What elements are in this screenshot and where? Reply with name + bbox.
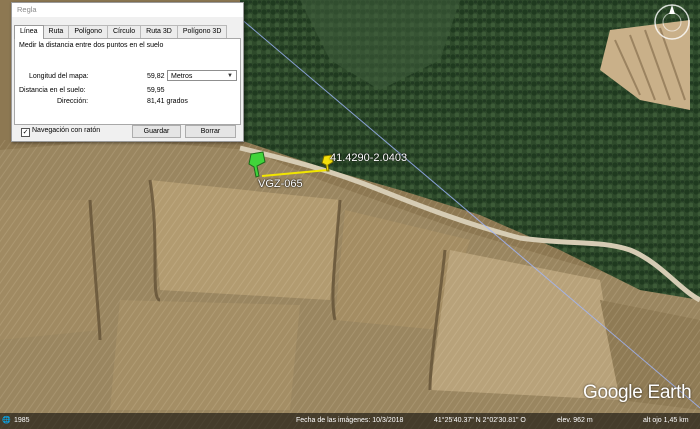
dialog-title: Regla — [12, 3, 243, 17]
tab-polygon[interactable]: Polígono — [68, 25, 108, 38]
tab-path[interactable]: Ruta — [42, 25, 70, 38]
green-placemark-label[interactable]: VGZ-065 — [258, 178, 303, 190]
globe-icon: 🌐 — [2, 417, 11, 424]
ruler-tabs: Línea Ruta Polígono Círculo Ruta 3D Polí… — [14, 25, 228, 39]
compass-icon[interactable] — [652, 2, 692, 42]
eye-altitude: alt ojo 1,45 km — [643, 417, 689, 424]
measure-panel: Medir la distancia entre dos puntos en e… — [14, 38, 241, 125]
chevron-down-icon: ▼ — [227, 73, 233, 79]
ground-distance-value: 59,95 — [147, 87, 165, 94]
ruler-dialog: Regla Línea Ruta Polígono Círculo Ruta 3… — [11, 2, 244, 142]
google-earth-logo: Google Earth — [583, 382, 692, 403]
tab-circle[interactable]: Círculo — [106, 25, 142, 38]
status-bar: 🌐 1985 Fecha de las imágenes: 10/3/2018 … — [0, 413, 700, 429]
map-length-value: 59,82 — [147, 73, 165, 80]
mouse-navigation-label: Navegación con ratón — [32, 127, 101, 134]
measure-description: Medir la distancia entre dos puntos en e… — [19, 42, 164, 49]
unit-select[interactable]: Metros ▼ — [167, 70, 237, 81]
clear-button[interactable]: Borrar — [185, 125, 236, 138]
year-slider-label[interactable]: 1985 — [14, 413, 30, 429]
imagery-date: Fecha de las imágenes: 10/3/2018 — [296, 417, 404, 424]
elevation: elev. 962 m — [557, 417, 593, 424]
green-pushpin-icon[interactable] — [247, 150, 269, 180]
tab-polygon-3d[interactable]: Polígono 3D — [176, 25, 228, 38]
save-button[interactable]: Guardar — [132, 125, 181, 138]
coordinates: 41°25'40.37" N 2°02'30.81" O — [434, 417, 526, 424]
mouse-navigation-checkbox[interactable]: ✓ — [21, 128, 30, 137]
tab-path-3d[interactable]: Ruta 3D — [140, 25, 178, 38]
direction-label: Dirección: — [57, 98, 89, 105]
direction-value: 81,41 grados — [147, 98, 188, 105]
map-length-label: Longitud del mapa: — [29, 73, 89, 80]
yellow-placemark-label[interactable]: 41.4290-2.0403 — [330, 152, 407, 164]
tab-line[interactable]: Línea — [14, 25, 44, 39]
unit-select-value: Metros — [171, 73, 193, 80]
ground-distance-label: Distancia en el suelo: — [19, 87, 86, 94]
